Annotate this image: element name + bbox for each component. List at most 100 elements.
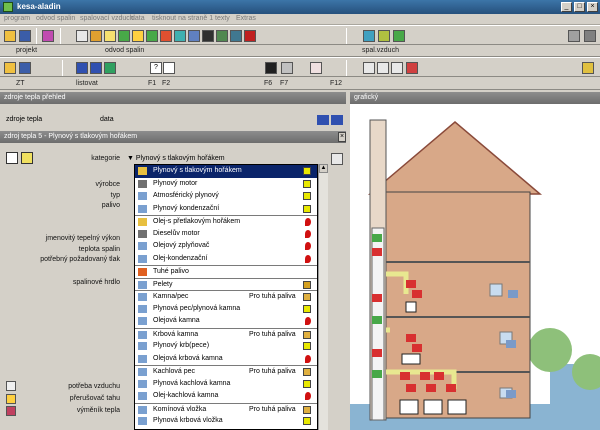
kategorie-option[interactable]: Plynový krb(pece)	[135, 340, 317, 353]
color-palette-icon[interactable]	[582, 62, 594, 74]
calc-tool-icon[interactable]	[216, 30, 228, 42]
prev-source-icon[interactable]	[317, 115, 329, 125]
kategorie-option[interactable]: Plynová kachlová kamna	[135, 378, 317, 391]
graphic-canvas[interactable]	[350, 104, 600, 430]
kategorie-option[interactable]: Atmosférický plynový	[135, 190, 317, 203]
kategorie-option[interactable]: Plynová krbová vložka	[135, 415, 317, 428]
connect-tool-icon[interactable]	[132, 30, 144, 42]
air-tool-icon[interactable]	[363, 30, 375, 42]
pipe-tool-icon[interactable]	[118, 30, 130, 42]
kategorie-option-label: Krbová kamna	[153, 330, 199, 338]
exchanger-icon[interactable]	[6, 406, 16, 416]
pipe-route-icon[interactable]	[188, 30, 200, 42]
pellet-icon	[138, 280, 147, 289]
save-tool-icon[interactable]	[230, 30, 242, 42]
kategorie-option[interactable]: Kachlová pec Pro tuhá paliva	[135, 365, 317, 378]
help-icon[interactable]: ?	[150, 62, 162, 74]
binoculars-icon[interactable]	[265, 62, 277, 74]
kategorie-option[interactable]: Olejová krbová kamna	[135, 353, 317, 366]
open-icon[interactable]	[4, 62, 16, 74]
menu-texty[interactable]: texty	[215, 15, 230, 22]
warning-icon[interactable]	[310, 62, 322, 74]
kategorie-option[interactable]: Plynová pec/plynová kamna	[135, 303, 317, 316]
panel-close-icon[interactable]: ×	[338, 132, 346, 142]
settings-icon[interactable]	[584, 30, 596, 42]
delete-tool-icon[interactable]	[244, 30, 256, 42]
kategorie-select[interactable]: ▼ Plynový s tlakovým hořákem	[125, 153, 328, 164]
edit-tool-icon[interactable]	[202, 30, 214, 42]
kategorie-option[interactable]: Krbová kamna Pro tuhá paliva	[135, 327, 317, 341]
title-bar: kesa-aladin _ □ ×	[0, 0, 600, 14]
print-preview-icon[interactable]	[42, 30, 54, 42]
kategorie-option[interactable]: Dieselův motor	[135, 228, 317, 241]
air-scheme-icon[interactable]	[363, 62, 375, 74]
label-f6: F6	[264, 80, 273, 87]
oil-fuel-icon	[305, 229, 311, 238]
label-palivo: palivo	[101, 202, 120, 209]
scroll-up-icon[interactable]: ▲	[319, 164, 328, 173]
table-icon[interactable]	[281, 62, 293, 74]
open-folder-icon[interactable]	[4, 30, 16, 42]
menu-spalovaci-vzduch[interactable]: spalovací vzduch	[80, 15, 134, 22]
grid-tool-icon[interactable]	[104, 30, 116, 42]
app-icon	[3, 2, 13, 12]
label-f7: F7	[280, 80, 289, 87]
kategorie-option-label: Kachlová pec	[153, 368, 196, 375]
kategorie-option[interactable]: Plynový s tlakovým hořákem	[135, 165, 317, 178]
chimney-tool-icon[interactable]	[146, 30, 158, 42]
dropdown-scrollbar[interactable]: ▲	[318, 164, 328, 430]
air-icon[interactable]	[6, 381, 16, 391]
help-dropdown-icon[interactable]	[163, 62, 175, 74]
kategorie-option[interactable]: Olej-kachlová kamna	[135, 390, 317, 403]
air-table-icon[interactable]	[378, 30, 390, 42]
save-icon[interactable]	[19, 30, 31, 42]
source-mark-icon[interactable]	[21, 152, 33, 164]
menu-program[interactable]: program	[4, 15, 30, 22]
air-calc-icon[interactable]	[391, 62, 403, 74]
air-save-icon[interactable]	[393, 30, 405, 42]
back-icon[interactable]	[104, 62, 116, 74]
menu-data[interactable]: data	[131, 15, 145, 22]
save-project-icon[interactable]	[19, 62, 31, 74]
kategorie-option-label: Olej-kondenzační	[153, 254, 208, 262]
oil-fuel-icon	[305, 218, 311, 226]
air-route-icon[interactable]	[377, 62, 389, 74]
kategorie-option[interactable]: Olej-s přetlakovým hořákem	[135, 215, 317, 228]
kategorie-option[interactable]: Tuhé palivo	[135, 265, 317, 278]
close-button[interactable]: ×	[587, 2, 598, 12]
burner-icon	[138, 192, 147, 200]
maximize-button[interactable]: □	[574, 2, 585, 12]
menu-bar: program odvod spalin spalovací vzduch da…	[0, 14, 600, 25]
menu-extras[interactable]: Extras	[236, 15, 256, 22]
minimize-button[interactable]: _	[561, 2, 572, 12]
menu-tisknout[interactable]: tisknout na straně 1	[152, 15, 213, 22]
kategorie-option[interactable]: Olejová kamna	[135, 315, 317, 328]
air-error-icon[interactable]	[406, 62, 418, 74]
panel-title: zdroj tepla 5 - Plynový s tlakovým hořák…	[0, 131, 346, 143]
boiler-icon[interactable]	[76, 30, 88, 42]
next-source-icon[interactable]	[331, 115, 343, 125]
fire-tool-icon[interactable]	[160, 30, 172, 42]
kategorie-option[interactable]: Plynový motor	[135, 178, 317, 191]
kategorie-dropdown-list[interactable]: Plynový s tlakovým hořákem Plynový motor A…	[134, 164, 318, 430]
kategorie-option[interactable]: Plynový kondenzační	[135, 203, 317, 216]
toolbar-label-spal: spal.vzduch	[362, 47, 399, 54]
menu-odvod-spalin[interactable]: odvod spalin	[36, 15, 75, 22]
kategorie-option[interactable]: Olejový zplyňovač	[135, 240, 317, 253]
kategorie-option[interactable]: Kamna/pec Pro tuhá paliva	[135, 290, 317, 303]
next-icon[interactable]	[90, 62, 102, 74]
measure-tool-icon[interactable]	[174, 30, 186, 42]
kategorie-option[interactable]: Olej-kondenzační	[135, 253, 317, 266]
source-type-icon[interactable]	[6, 152, 18, 164]
flame-tool-icon[interactable]	[90, 30, 102, 42]
list-icon[interactable]	[331, 153, 343, 165]
kategorie-option[interactable]: Komínová vložka Pro tuhá paliva	[135, 402, 317, 416]
tab-data[interactable]: data	[100, 116, 114, 123]
tab-zdroje-tepla[interactable]: zdroje tepla	[6, 116, 42, 123]
kategorie-option[interactable]: Pelety	[135, 277, 317, 291]
label-tlak: potřebný požadovaný tlak	[40, 256, 120, 263]
prev-icon[interactable]	[76, 62, 88, 74]
draft-icon[interactable]	[6, 394, 16, 404]
section-zdroje-prehled[interactable]: zdroje tepla přehled	[0, 92, 346, 104]
printer-icon[interactable]	[568, 30, 580, 42]
